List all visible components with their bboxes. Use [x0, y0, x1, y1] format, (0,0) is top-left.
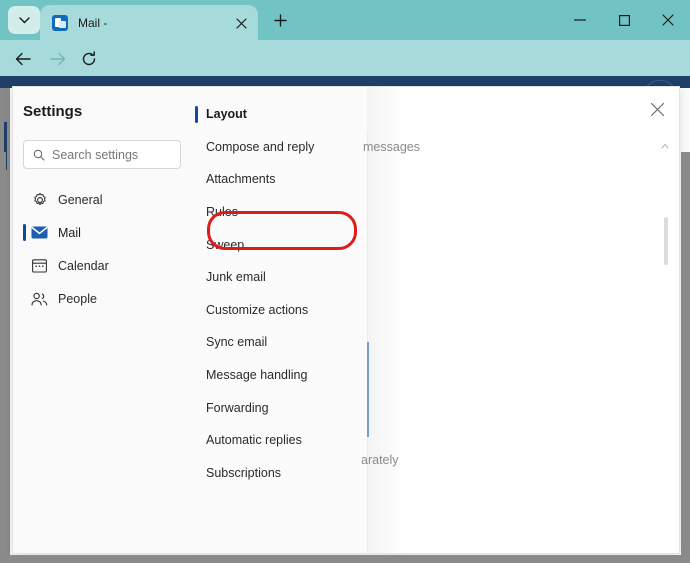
browser-tab[interactable]: Mail - [40, 5, 258, 40]
plus-icon [273, 13, 287, 27]
search-settings-input[interactable]: Search settings [23, 140, 181, 169]
close-icon [662, 14, 674, 26]
sidebar-item-mail[interactable]: Mail [13, 216, 186, 249]
nav-item-layout[interactable]: Layout [186, 98, 367, 131]
nav-item-message-handling[interactable]: Message handling [186, 359, 367, 392]
new-tab-button[interactable] [268, 8, 292, 32]
gear-icon [31, 191, 48, 208]
calendar-icon [31, 257, 48, 274]
content-scrollbar-thumb[interactable] [664, 217, 668, 265]
minimize-icon [574, 19, 586, 21]
window-minimize-button[interactable] [558, 0, 602, 40]
close-icon [235, 17, 247, 29]
chevron-down-icon [18, 16, 30, 23]
tab-close-button[interactable] [232, 14, 250, 32]
envelope-icon [31, 224, 48, 241]
nav-item-label: Automatic replies [206, 433, 302, 448]
outlook-icon [52, 14, 68, 31]
people-icon [31, 290, 48, 307]
screenshot-root: Mail - Settings Search settings General … [0, 0, 690, 563]
nav-item-junk-email[interactable]: Junk email [186, 261, 367, 294]
sidebar-item-people[interactable]: People [13, 282, 186, 315]
nav-item-sync-email[interactable]: Sync email [186, 326, 367, 359]
maximize-icon [618, 14, 630, 26]
nav-item-label: Customize actions [206, 302, 309, 317]
window-controls [558, 0, 690, 40]
nav-item-label: Junk email [206, 270, 266, 285]
sidebar-item-label: Calendar [58, 258, 109, 273]
tab-title: Mail - [78, 15, 108, 30]
sidebar-item-general[interactable]: General [13, 183, 186, 216]
tab-search-button[interactable] [8, 6, 40, 34]
nav-item-label: Attachments [206, 172, 276, 187]
window-maximize-button[interactable] [602, 0, 646, 40]
nav-item-label: Compose and reply [206, 139, 315, 154]
forward-button[interactable] [47, 48, 69, 70]
sidebar-item-label: Mail [58, 225, 81, 240]
search-icon [32, 148, 45, 161]
content-scroll-up-arrow[interactable] [660, 141, 669, 150]
forward-arrow-icon [50, 52, 66, 66]
browser-tab-strip: Mail - [0, 0, 690, 40]
nav-item-compose-and-reply[interactable]: Compose and reply [186, 131, 367, 164]
content-pane-edge-shade [367, 87, 405, 553]
web-page-content: Settings Search settings General Mail Ca… [0, 76, 690, 563]
content-text-fragment-top: messages [363, 140, 420, 154]
browser-toolbar: https://outlook.live.com/mail/0/options/… [0, 40, 690, 111]
back-button[interactable] [12, 48, 34, 70]
nav-item-sweep[interactable]: Sweep [186, 228, 367, 261]
nav-item-customize-actions[interactable]: Customize actions [186, 294, 367, 327]
nav-item-label: Sync email [206, 335, 268, 350]
nav-item-label: Rules [206, 205, 238, 220]
nav-item-label: Layout [206, 107, 247, 122]
close-settings-button[interactable] [647, 99, 667, 119]
search-settings-placeholder: Search settings [52, 147, 139, 162]
reload-button[interactable] [78, 48, 100, 70]
content-accent-edge [367, 342, 369, 437]
nav-item-subscriptions[interactable]: Subscriptions [186, 457, 367, 490]
settings-category-list: General Mail Calendar People [13, 183, 186, 315]
nav-item-rules[interactable]: Rules [186, 196, 367, 229]
nav-item-forwarding[interactable]: Forwarding [186, 391, 367, 424]
settings-dialog: Settings Search settings General Mail Ca… [12, 86, 680, 554]
window-right-border [681, 152, 690, 563]
window-bottom-border [0, 555, 690, 563]
nav-item-attachments[interactable]: Attachments [186, 163, 367, 196]
nav-item-label: Message handling [206, 368, 308, 383]
settings-content-pane: messages arately [361, 87, 679, 553]
nav-item-label: Sweep [206, 237, 245, 252]
nav-item-label: Subscriptions [206, 465, 282, 480]
nav-item-label: Forwarding [206, 400, 269, 415]
window-left-border [0, 152, 6, 563]
content-text-fragment-bottom: arately [361, 453, 399, 467]
settings-mail-nav: Layout Compose and reply Attachments Rul… [186, 87, 368, 553]
close-icon [650, 102, 664, 116]
sidebar-item-calendar[interactable]: Calendar [13, 249, 186, 282]
back-arrow-icon [15, 52, 31, 66]
sidebar-item-label: People [58, 291, 97, 306]
sidebar-item-label: General [58, 192, 103, 207]
settings-title: Settings [23, 103, 83, 120]
reload-icon [82, 51, 96, 66]
nav-item-automatic-replies[interactable]: Automatic replies [186, 424, 367, 457]
window-close-button[interactable] [646, 0, 690, 40]
settings-sidebar: Settings Search settings General Mail Ca… [13, 87, 187, 553]
